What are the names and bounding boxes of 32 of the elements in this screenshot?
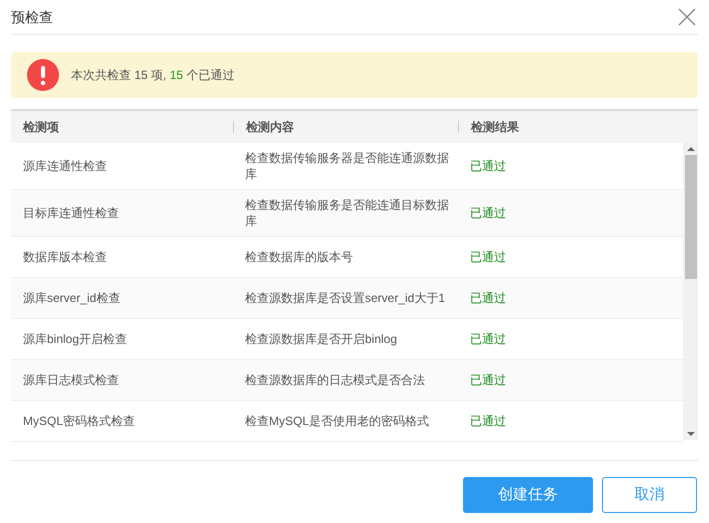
table-cell-text: 源库binlog开启检查 [22,331,128,348]
create-button[interactable]: 创建任务 [463,477,593,513]
status-text: 已通过 [469,331,507,348]
close-icon[interactable] [678,8,696,26]
table-cell-text: 源库日志模式检查 [22,372,120,389]
scrollbar-thumb[interactable] [684,155,696,279]
dialog-title: 预检查 [11,8,53,26]
table-cell-text: 检查数据库的版本号 [244,249,354,265]
exclamation-icon [27,59,59,91]
cancel-button[interactable]: 取消 [602,477,697,513]
table-cell-text: 数据库版本检查 [22,249,108,266]
scrollbar[interactable] [683,143,698,440]
summary-text: 本次共检查 15 项, 15 个已通过 [71,67,234,84]
column-header: 检测项 [22,119,59,136]
table-cell-text: 检查数据传输服务是否能连通目标数据库 [244,197,450,229]
table-cell-text: MySQL密码格式检查 [22,413,136,430]
table-cell-text: 检查MySQL是否使用老的密码格式 [244,413,430,429]
status-text: 已通过 [469,290,507,307]
table-cell-text: 源库server_id检查 [22,290,122,307]
table-cell-text: 目标库连通性检查 [22,205,120,222]
table-cell-text: 源库连通性检查 [22,158,108,175]
table-cell-text: 检查源数据库是否开启binlog [244,331,398,347]
table-cell-text: 检查数据传输服务器是否能连通源数据库 [244,150,450,182]
table-cell-text: 检查源数据库的日志模式是否合法 [244,372,426,388]
status-text: 已通过 [469,413,507,430]
table-cell-text: 检查源数据库是否设置server_id大于1 [244,290,446,306]
column-header: 检测内容 [244,119,294,136]
status-text: 已通过 [469,158,507,175]
status-text: 已通过 [469,372,507,389]
status-text: 已通过 [469,249,507,266]
column-header: 检测结果 [470,119,519,136]
status-text: 已通过 [469,205,507,222]
